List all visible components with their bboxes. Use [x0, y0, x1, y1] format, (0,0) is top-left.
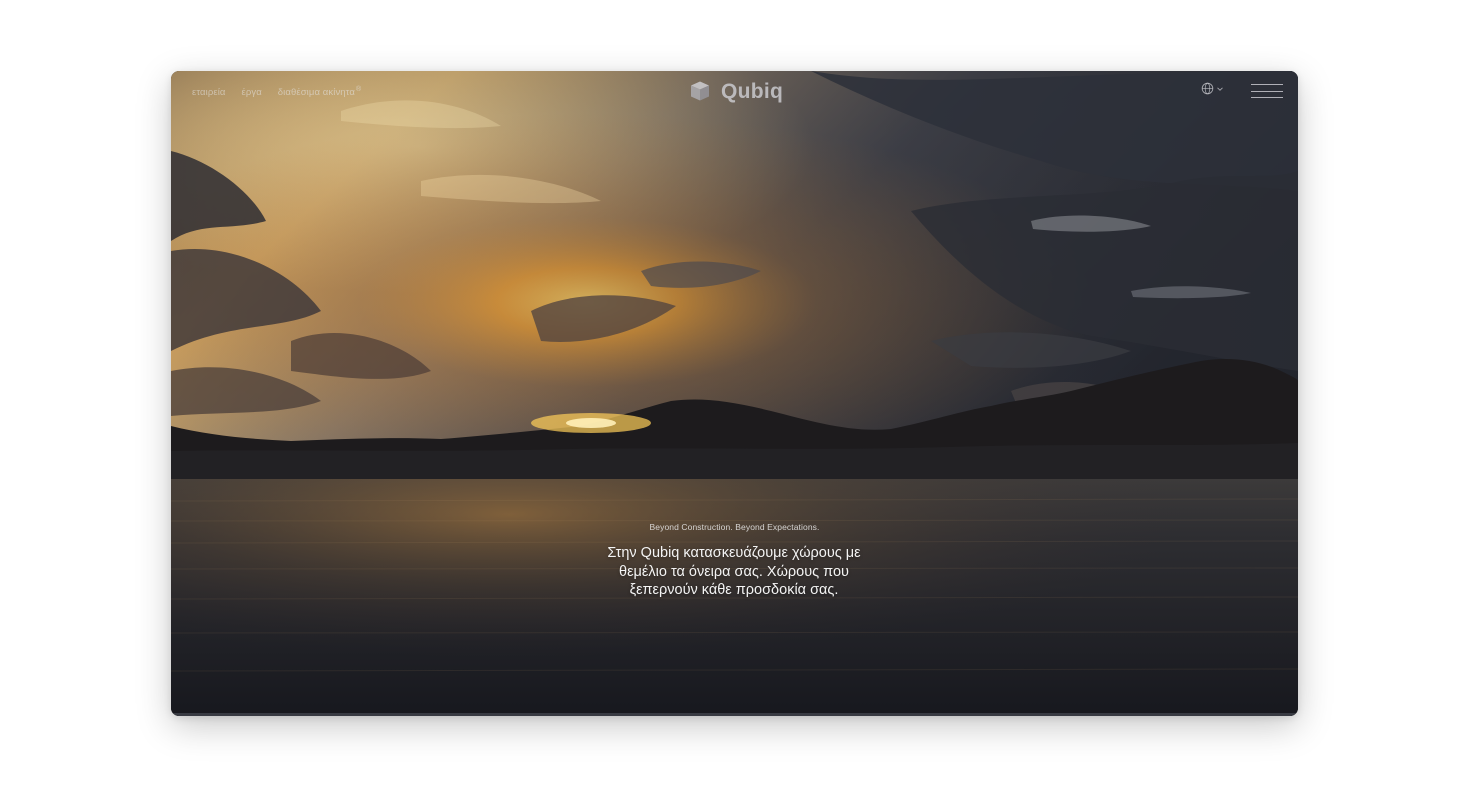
nav-link-available-properties-label: διαθέσιμα ακίνητα — [277, 87, 355, 99]
globe-icon — [1201, 82, 1214, 95]
hero-tagline: Beyond Construction. Beyond Expectations… — [649, 522, 820, 532]
nav-badge: ® — [355, 86, 362, 93]
nav-link-available-properties[interactable]: διαθέσιμα ακίνητα® — [278, 86, 361, 98]
top-nav: εταιρεία έργα διαθέσιμα ακίνητα® — [192, 86, 361, 98]
cube-logo-icon — [691, 81, 709, 101]
chevron-down-icon — [1217, 86, 1223, 91]
hero-headline: Στην Qubiq κατασκευάζουμε χώρους με θεμέ… — [607, 545, 861, 598]
hamburger-menu-icon[interactable] — [1251, 82, 1284, 102]
menu-line — [1251, 84, 1283, 86]
brand-name: Qubiq — [721, 79, 784, 103]
bottom-strip — [171, 713, 1298, 716]
menu-line — [1251, 97, 1283, 99]
nav-link-company[interactable]: εταιρεία — [192, 87, 226, 98]
nav-link-projects[interactable]: έργα — [242, 87, 262, 98]
browser-viewport: εταιρεία έργα διαθέσιμα ακίνητα® Qubiq B… — [171, 71, 1298, 716]
brand-logo[interactable]: Qubiq — [689, 80, 783, 102]
menu-line — [1251, 90, 1283, 92]
hero-background-video — [171, 71, 1298, 716]
language-selector[interactable] — [1201, 82, 1224, 95]
